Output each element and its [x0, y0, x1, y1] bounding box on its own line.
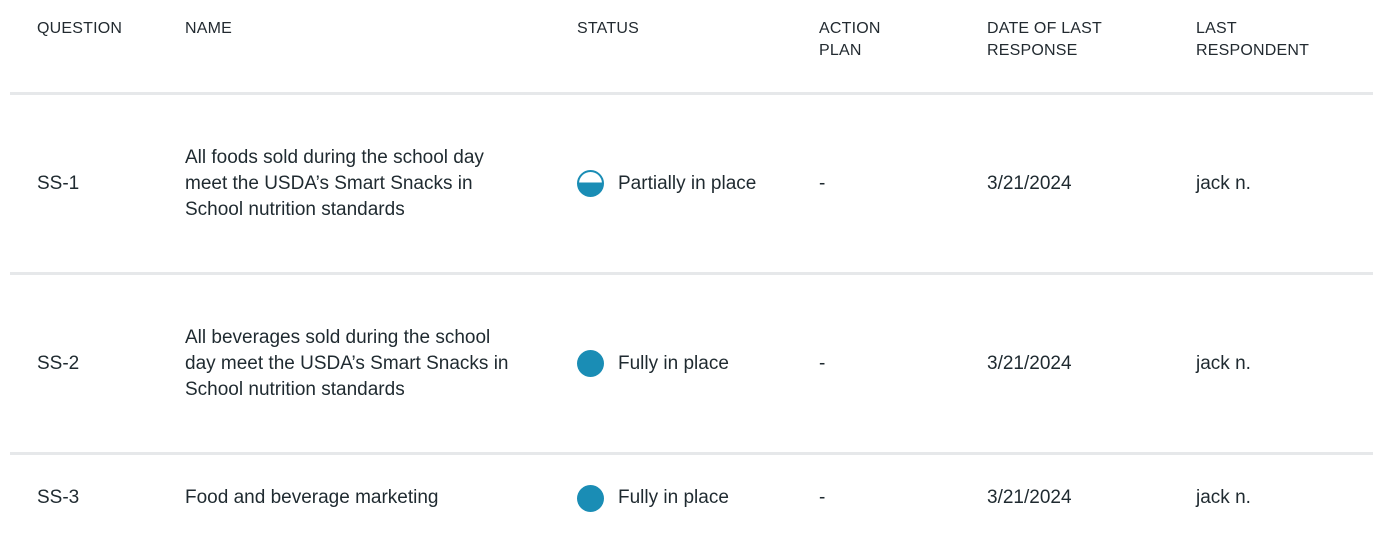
- table-row[interactable]: SS-3 Food and beverage marketing Fully i…: [10, 455, 1373, 541]
- last-respondent: jack n.: [1196, 172, 1251, 194]
- question-name[interactable]: Food and beverage marketing: [185, 455, 525, 541]
- last-respondent: jack n.: [1196, 487, 1251, 508]
- status-label: Partially in place: [618, 172, 757, 194]
- status-cell: Fully in place: [577, 455, 807, 541]
- question-name[interactable]: All foods sold during the school day mee…: [185, 95, 525, 272]
- last-response-date: 3/21/2024: [987, 352, 1072, 374]
- half-filled-circle-icon: [577, 170, 604, 197]
- table-row[interactable]: SS-2 All beverages sold during the schoo…: [10, 275, 1373, 455]
- action-plan: -: [819, 352, 826, 374]
- question-id: SS-1: [37, 172, 80, 194]
- status-cell: Partially in place: [577, 95, 807, 272]
- filled-circle-icon: [577, 350, 604, 377]
- column-header-question[interactable]: QUESTION: [37, 18, 177, 40]
- column-header-status[interactable]: STATUS: [577, 18, 777, 40]
- filled-circle-icon: [577, 484, 604, 512]
- last-respondent: jack n.: [1196, 352, 1251, 374]
- column-header-name[interactable]: NAME: [185, 18, 485, 40]
- question-id: SS-2: [37, 352, 80, 374]
- responses-table: QUESTION NAME STATUS ACTION PLAN DATE OF…: [10, 0, 1373, 541]
- column-header-last-respondent[interactable]: LAST RESPONDENT: [1196, 18, 1336, 62]
- table-header: QUESTION NAME STATUS ACTION PLAN DATE OF…: [10, 0, 1373, 95]
- question-name[interactable]: All beverages sold during the school day…: [185, 275, 525, 452]
- last-response-date: 3/21/2024: [987, 172, 1072, 194]
- action-plan: -: [819, 172, 826, 194]
- last-response-date: 3/21/2024: [987, 487, 1072, 508]
- column-header-action-plan[interactable]: ACTION PLAN: [819, 18, 919, 62]
- status-cell: Fully in place: [577, 275, 807, 452]
- column-header-date-of-last-response[interactable]: DATE OF LAST RESPONSE: [987, 18, 1137, 62]
- question-id: SS-3: [37, 487, 80, 508]
- status-label: Fully in place: [618, 487, 729, 508]
- action-plan: -: [819, 487, 826, 508]
- table-row[interactable]: SS-1 All foods sold during the school da…: [10, 95, 1373, 275]
- status-label: Fully in place: [618, 352, 729, 374]
